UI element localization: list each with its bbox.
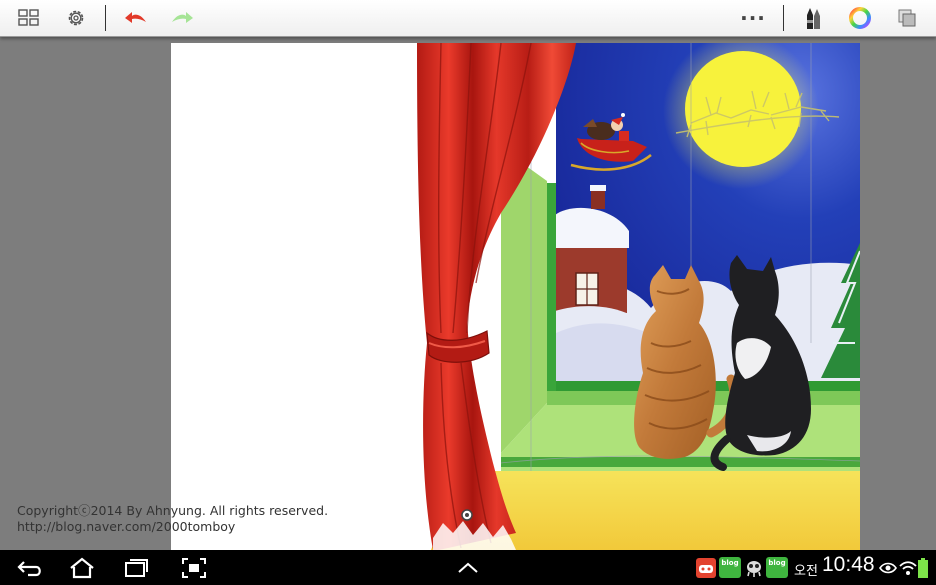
android-system-bar: blog blog 오전 10:48 <box>0 550 936 585</box>
copyright-text: Copyrightⓒ2014 By Ahnyung. All rights re… <box>17 503 329 518</box>
blog-icon[interactable]: blog <box>719 557 741 578</box>
toolbar-divider <box>783 5 784 31</box>
battery-icon <box>917 558 929 578</box>
home-icon[interactable] <box>64 554 100 582</box>
undo-arrow-icon[interactable] <box>122 4 150 32</box>
wifi-icon <box>898 558 918 578</box>
copyright-url: http://blog.naver.com/2000tomboy <box>17 519 236 534</box>
recent-apps-icon[interactable] <box>118 554 154 582</box>
toolbar-divider <box>105 5 106 31</box>
app-toolbar: ··· <box>0 0 936 37</box>
alien-icon[interactable] <box>744 558 764 578</box>
clock-time: 10:48 <box>822 553 875 576</box>
back-icon[interactable] <box>12 554 48 582</box>
drawing-canvas[interactable] <box>171 43 860 550</box>
layers-icon[interactable] <box>893 4 921 32</box>
chevron-up-icon[interactable] <box>454 554 482 582</box>
settings-gear-icon[interactable] <box>62 4 90 32</box>
visibility-icon <box>878 558 898 578</box>
copyright-watermark: Copyrightⓒ2014 By Ahnyung. All rights re… <box>17 503 328 535</box>
blog-icon[interactable]: blog <box>766 557 788 578</box>
screenshot-icon[interactable] <box>176 554 212 582</box>
redo-arrow-icon[interactable] <box>168 4 196 32</box>
christmas-cats-illustration <box>417 43 860 550</box>
game-icon[interactable] <box>696 558 716 578</box>
brush-pens-icon[interactable] <box>799 4 827 32</box>
color-wheel-icon[interactable] <box>846 4 874 32</box>
am-pm-label: 오전 <box>794 564 818 579</box>
more-options-icon[interactable]: ··· <box>739 4 767 32</box>
grid-view-icon[interactable] <box>15 4 43 32</box>
